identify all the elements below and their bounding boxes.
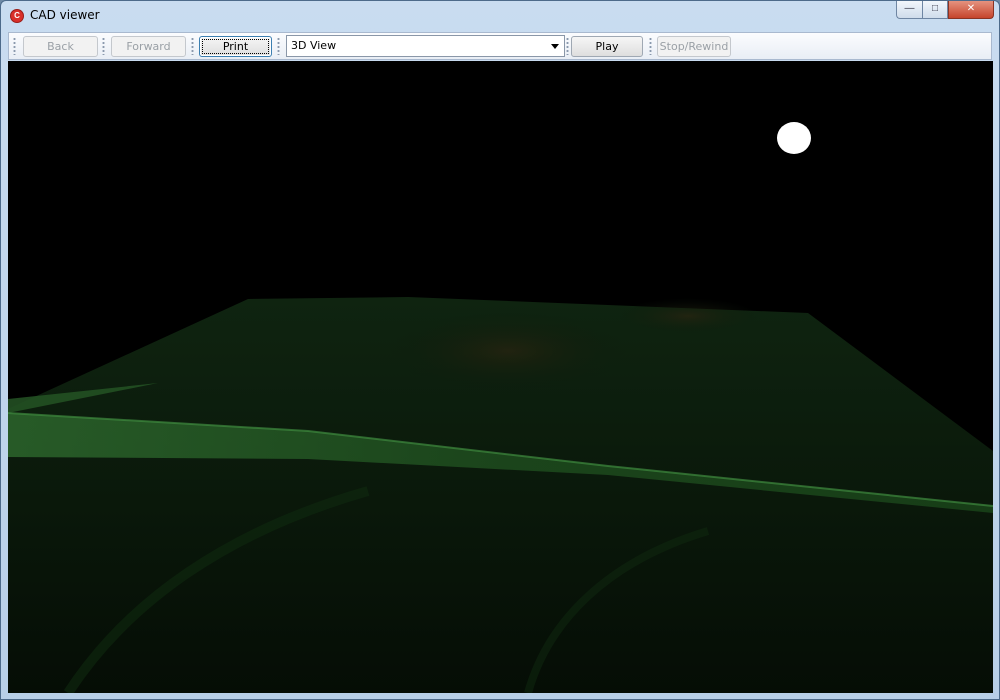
toolbar-grip-handle[interactable] (102, 37, 105, 55)
toolbar-grip-handle[interactable] (277, 37, 280, 55)
back-button[interactable]: Back (23, 36, 98, 57)
terrain-highlight (388, 311, 628, 391)
app-icon: C (10, 9, 24, 23)
maximize-button[interactable]: □ (922, 1, 948, 19)
play-button[interactable]: Play (571, 36, 643, 57)
stop-rewind-button[interactable]: Stop/Rewind (657, 36, 731, 57)
3d-viewport[interactable] (8, 61, 993, 693)
toolbar-grip-handle[interactable] (191, 37, 194, 55)
terrain-highlight (618, 298, 758, 334)
toolbar: Back Forward Print 3D View Play Stop/Rew… (8, 32, 992, 60)
view-select[interactable]: 3D View (286, 35, 565, 57)
close-button[interactable]: ✕ (948, 1, 994, 19)
title-bar[interactable]: C CAD viewer — □ ✕ (1, 1, 999, 29)
3d-scene-canvas[interactable] (8, 61, 993, 693)
caption-buttons: — □ ✕ (896, 1, 994, 21)
window-title: CAD viewer (30, 8, 100, 22)
minimize-button[interactable]: — (896, 1, 922, 19)
forward-button[interactable]: Forward (111, 36, 186, 57)
cad-viewer-window: C CAD viewer — □ ✕ Back Forward Print 3D… (0, 0, 1000, 700)
toolbar-grip-handle[interactable] (649, 37, 652, 55)
chevron-down-icon[interactable] (551, 44, 559, 49)
view-select-value: 3D View (291, 39, 337, 52)
print-button[interactable]: Print (199, 36, 272, 57)
light-source[interactable] (777, 122, 811, 154)
toolbar-grip-handle[interactable] (13, 37, 16, 55)
toolbar-grip-handle[interactable] (566, 37, 569, 55)
